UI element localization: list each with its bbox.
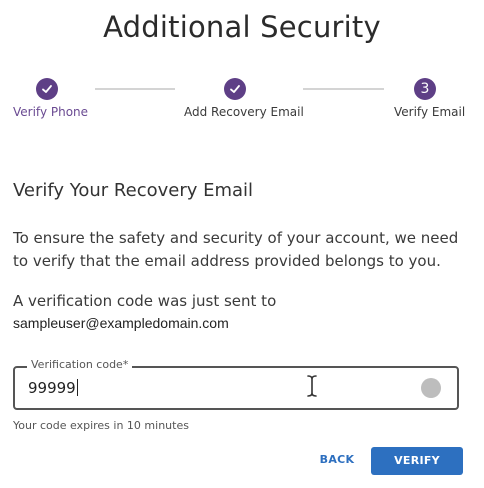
back-button[interactable]: BACK	[313, 449, 361, 471]
verification-code-label: Verification code*	[27, 358, 133, 371]
step-3-label: Verify Email	[394, 105, 466, 119]
step-2-check-icon	[224, 78, 246, 100]
recovery-email-address: sampleuser@exampledomain.com	[13, 315, 229, 331]
verification-code-value: 99999	[28, 379, 76, 397]
intro-line-2: to verify that the email address provide…	[13, 252, 441, 270]
intro-line-1: To ensure the safety and security of you…	[13, 229, 459, 247]
progress-stepper: Verify Phone Add Recovery Email 3 Verify…	[0, 78, 484, 128]
step-connector-2	[303, 88, 384, 90]
verification-code-field[interactable]: Verification code* 99999	[13, 358, 459, 410]
text-caret	[76, 379, 78, 396]
verification-page: Additional Security Verify Phone Add Rec…	[0, 0, 484, 488]
step-3-number: 3	[414, 78, 436, 100]
step-2-label: Add Recovery Email	[184, 105, 304, 119]
field-status-dot-icon	[421, 378, 441, 398]
section-heading: Verify Your Recovery Email	[13, 180, 254, 201]
verify-button[interactable]: VERIFY	[371, 447, 463, 475]
step-connector-1	[95, 88, 175, 90]
verification-code-input[interactable]: 99999	[28, 379, 78, 397]
step-1-check-icon	[36, 78, 58, 100]
text-cursor-icon	[306, 374, 318, 402]
page-title: Additional Security	[103, 10, 381, 44]
code-expiry-hint: Your code expires in 10 minutes	[13, 419, 189, 432]
code-sent-text: A verification code was just sent to	[13, 292, 277, 310]
step-1-label: Verify Phone	[13, 105, 89, 119]
